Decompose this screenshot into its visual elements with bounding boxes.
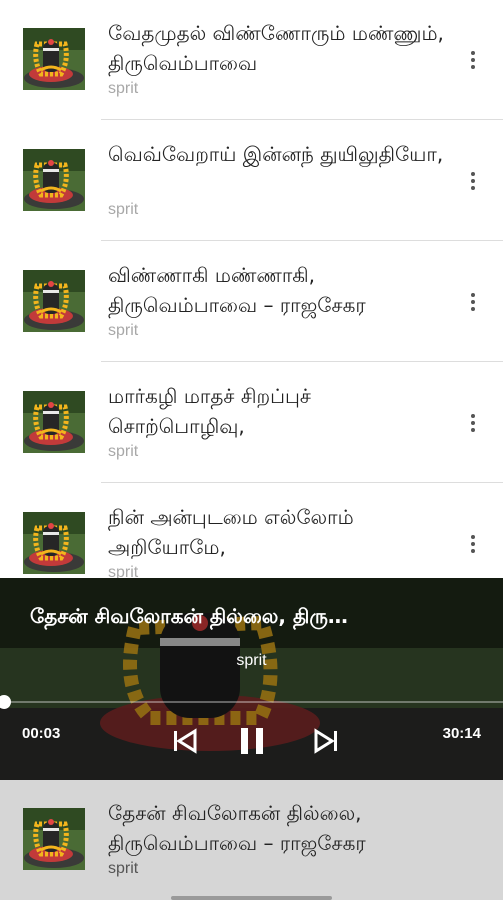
track-thumbnail: [23, 270, 85, 332]
track-title: வெவ்வேறாய் இன்னந் துயிலுதியோ,: [108, 142, 444, 166]
mini-title: தேசன் சிவலோகன் தில்லை, திருவெம்பாவை – ரா…: [108, 801, 366, 855]
track-artist: sprit: [108, 322, 139, 339]
now-playing-panel: தேசன் சிவலோகன் தில்லை, திரு… sprit 00:03…: [0, 578, 503, 780]
more-vert-icon[interactable]: [461, 48, 485, 72]
track-title: நின் அன்புடமை எல்லோம் அறியோமே,: [108, 505, 354, 559]
playlist-item[interactable]: நின் அன்புடமை எல்லோம் அறியோமே, sprit: [0, 484, 503, 578]
mini-thumbnail: [23, 808, 85, 870]
total-time: 30:14: [442, 725, 481, 742]
current-time: 00:03: [22, 725, 61, 742]
track-thumbnail: [23, 512, 85, 574]
divider: [101, 119, 503, 120]
divider: [101, 482, 503, 483]
now-playing-title: தேசன் சிவலோகன் தில்லை, திரு…: [30, 604, 348, 628]
drag-handle[interactable]: [171, 896, 332, 900]
skip-next-icon[interactable]: [311, 726, 341, 756]
mini-player[interactable]: தேசன் சிவலோகன் தில்லை, திருவெம்பாவை – ரா…: [0, 780, 503, 900]
playlist-item[interactable]: வேதமுதல் விண்ணோரும் மண்ணும், திருவெம்பாவ…: [0, 0, 503, 120]
track-thumbnail: [23, 28, 85, 90]
track-thumbnail: [23, 391, 85, 453]
track-thumbnail: [23, 149, 85, 211]
divider: [101, 361, 503, 362]
more-vert-icon[interactable]: [461, 411, 485, 435]
more-vert-icon[interactable]: [461, 532, 485, 556]
playlist-item[interactable]: விண்ணாகி மண்ணாகி, திருவெம்பாவை – ராஜசேகர…: [0, 242, 503, 362]
more-vert-icon[interactable]: [461, 290, 485, 314]
playlist: வேதமுதல் விண்ணோரும் மண்ணும், திருவெம்பாவ…: [0, 0, 503, 578]
track-artist: sprit: [108, 201, 139, 218]
divider: [101, 240, 503, 241]
track-title: விண்ணாகி மண்ணாகி, திருவெம்பாவை – ராஜசேகர: [108, 263, 366, 317]
now-playing-artist: sprit: [236, 652, 267, 669]
track-artist: sprit: [108, 80, 139, 97]
skip-previous-icon[interactable]: [170, 726, 200, 756]
seek-bar[interactable]: [0, 695, 503, 709]
seek-thumb[interactable]: [0, 695, 11, 709]
track-artist: sprit: [108, 564, 139, 578]
track-title: வேதமுதல் விண்ணோரும் மண்ணும், திருவெம்பாவ…: [108, 21, 444, 75]
seek-track: [0, 701, 503, 703]
playlist-item[interactable]: வெவ்வேறாய் இன்னந் துயிலுதியோ, sprit: [0, 121, 503, 241]
track-artist: sprit: [108, 443, 139, 460]
playlist-item[interactable]: மார்கழி மாதச் சிறப்புச் சொற்பொழிவு, spri…: [0, 363, 503, 483]
pause-icon[interactable]: [237, 726, 267, 756]
track-title: மார்கழி மாதச் சிறப்புச் சொற்பொழிவு,: [108, 384, 311, 438]
mini-artist: sprit: [108, 860, 139, 877]
more-vert-icon[interactable]: [461, 169, 485, 193]
